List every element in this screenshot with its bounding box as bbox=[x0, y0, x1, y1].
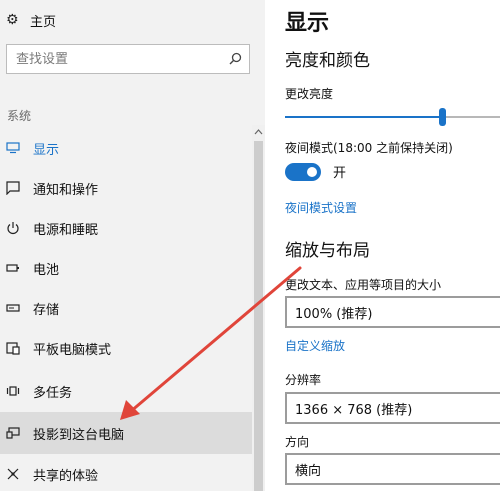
sidebar-item-label: 共享的体验 bbox=[33, 468, 99, 484]
scroll-up-arrow-icon[interactable] bbox=[254, 128, 263, 136]
scrollbar-thumb[interactable] bbox=[254, 141, 263, 491]
sidebar-item-project-to-pc[interactable]: 投影到这台电脑 bbox=[0, 412, 265, 454]
slider-track-filled bbox=[285, 116, 442, 118]
sidebar-item-tablet-mode[interactable]: 平板电脑模式 bbox=[0, 328, 252, 368]
settings-sidebar: ⚙ 主页 系统 显示 通知和操作 电源和睡眠 电池 bbox=[0, 0, 265, 491]
multitask-icon bbox=[5, 383, 21, 399]
battery-icon bbox=[5, 260, 21, 276]
notification-icon bbox=[5, 180, 21, 196]
search-icon[interactable] bbox=[228, 52, 242, 66]
orientation-dropdown[interactable]: 横向 bbox=[285, 453, 500, 485]
resolution-dropdown[interactable]: 1366 × 768 (推荐) bbox=[285, 392, 500, 424]
orientation-label: 方向 bbox=[285, 435, 310, 449]
search-box[interactable] bbox=[6, 44, 250, 74]
sidebar-item-label: 投影到这台电脑 bbox=[33, 427, 125, 443]
scale-dropdown-value: 100% (推荐) bbox=[295, 306, 373, 322]
brightness-label: 更改亮度 bbox=[285, 87, 334, 101]
sidebar-scrollbar[interactable] bbox=[252, 125, 265, 491]
sidebar-item-notifications[interactable]: 通知和操作 bbox=[0, 168, 252, 208]
sidebar-item-label: 通知和操作 bbox=[33, 182, 99, 198]
scale-dropdown[interactable]: 100% (推荐) bbox=[285, 296, 500, 328]
home-nav-item[interactable]: ⚙ 主页 bbox=[6, 10, 56, 30]
sidebar-item-multitasking[interactable]: 多任务 bbox=[0, 371, 252, 411]
sidebar-item-label: 显示 bbox=[33, 142, 60, 158]
sidebar-item-battery[interactable]: 电池 bbox=[0, 248, 252, 288]
sidebar-item-label: 电源和睡眠 bbox=[33, 222, 99, 238]
sidebar-item-power[interactable]: 电源和睡眠 bbox=[0, 208, 252, 248]
sidebar-item-shared-experiences[interactable]: 共享的体验 bbox=[0, 454, 252, 491]
scale-label: 更改文本、应用等项目的大小 bbox=[285, 278, 442, 292]
monitor-icon bbox=[5, 140, 21, 156]
sidebar-item-storage[interactable]: 存储 bbox=[0, 288, 252, 328]
project-icon bbox=[5, 425, 21, 441]
brightness-slider[interactable] bbox=[285, 108, 500, 126]
sidebar-item-label: 多任务 bbox=[33, 385, 73, 401]
resolution-label: 分辨率 bbox=[285, 373, 322, 387]
sidebar-item-display[interactable]: 显示 bbox=[0, 128, 252, 168]
resolution-dropdown-value: 1366 × 768 (推荐) bbox=[295, 402, 413, 418]
storage-icon bbox=[5, 300, 21, 316]
night-mode-label: 夜间模式(18:00 之前保持关闭) bbox=[285, 141, 453, 155]
power-icon bbox=[5, 220, 21, 236]
sidebar-item-label: 平板电脑模式 bbox=[33, 342, 112, 358]
sidebar-item-label: 存储 bbox=[33, 302, 60, 318]
section-label-system: 系统 bbox=[7, 109, 32, 123]
custom-scaling-link[interactable]: 自定义缩放 bbox=[285, 337, 345, 354]
shared-experience-icon bbox=[5, 466, 21, 482]
brightness-heading: 亮度和颜色 bbox=[285, 51, 370, 71]
page-title: 显示 bbox=[285, 11, 330, 36]
search-input[interactable] bbox=[16, 51, 216, 67]
sidebar-item-label: 电池 bbox=[33, 262, 60, 278]
slider-track-empty bbox=[442, 116, 500, 118]
night-mode-settings-link[interactable]: 夜间模式设置 bbox=[285, 199, 357, 216]
display-settings-pane: 显示 亮度和颜色 更改亮度 夜间模式(18:00 之前保持关闭) 开 夜间模式设… bbox=[265, 0, 500, 491]
gear-icon: ⚙ bbox=[6, 12, 19, 28]
scale-layout-heading: 缩放与布局 bbox=[285, 241, 370, 261]
home-label: 主页 bbox=[30, 14, 57, 30]
toggle-knob bbox=[307, 166, 317, 177]
toggle-state-label: 开 bbox=[333, 166, 347, 181]
night-mode-toggle-row: 开 bbox=[285, 162, 346, 181]
night-mode-toggle[interactable] bbox=[285, 162, 321, 181]
tablet-mode-icon bbox=[5, 340, 21, 356]
slider-thumb[interactable] bbox=[439, 108, 446, 126]
orientation-dropdown-value: 横向 bbox=[295, 463, 322, 479]
